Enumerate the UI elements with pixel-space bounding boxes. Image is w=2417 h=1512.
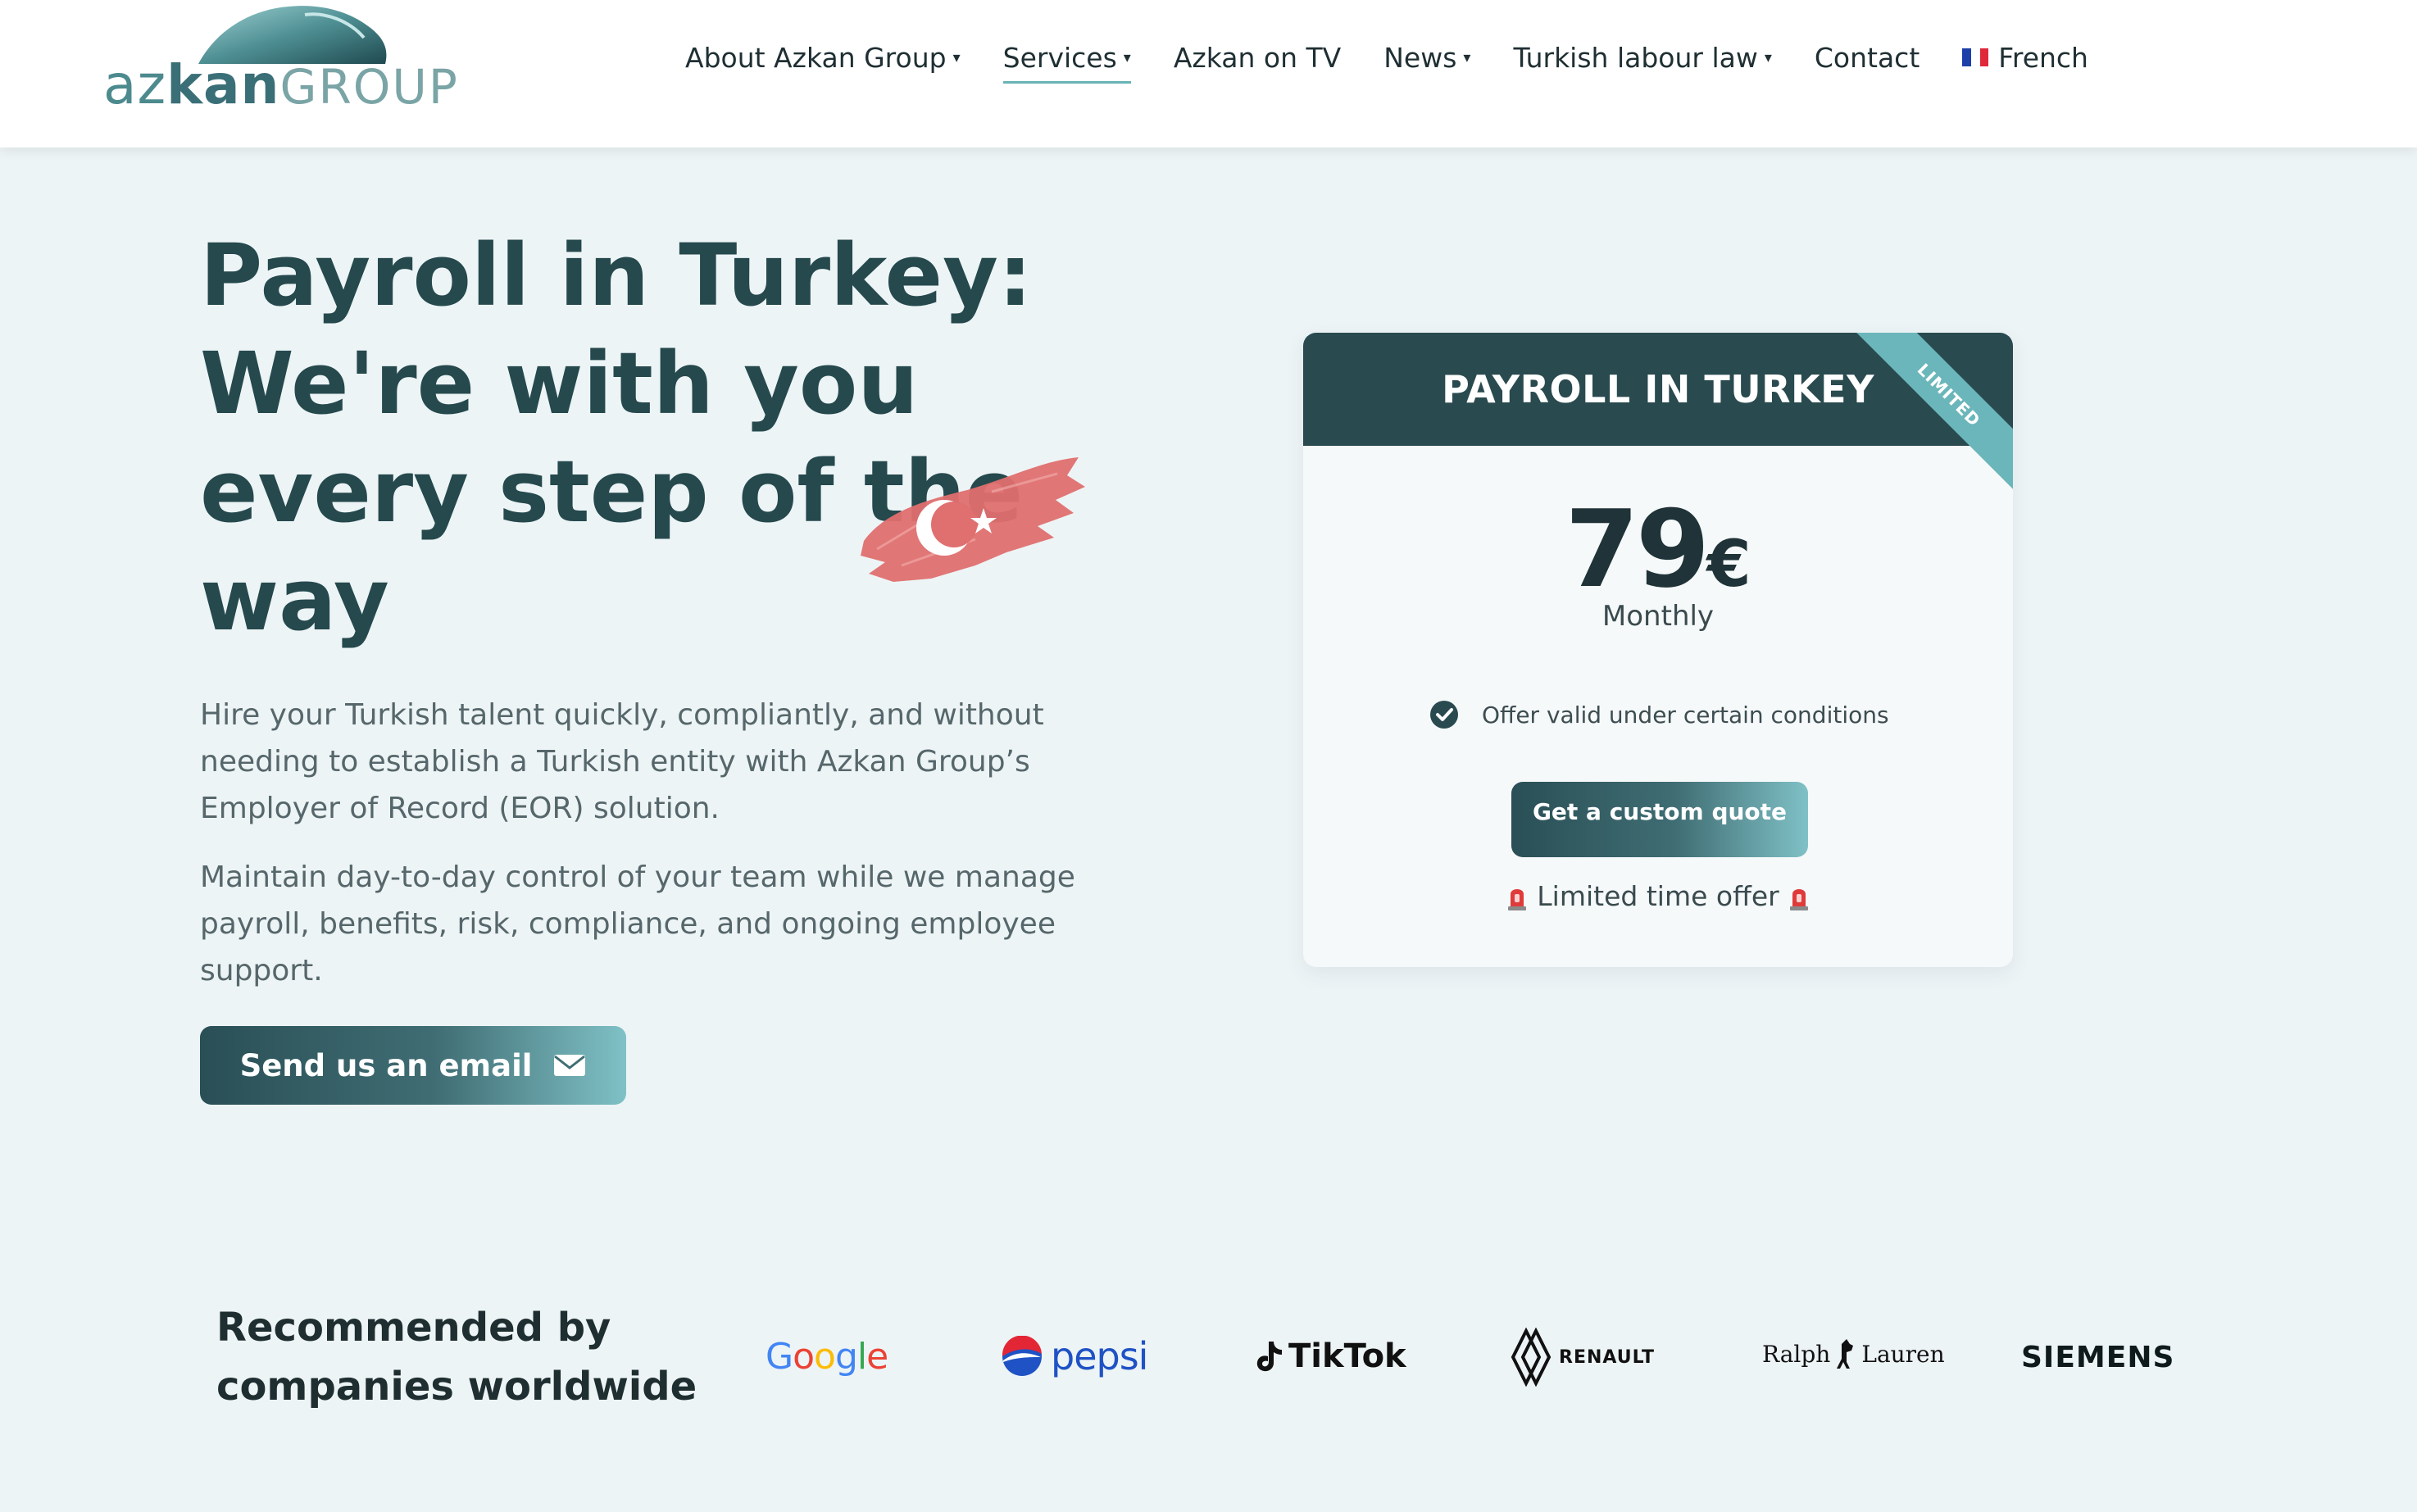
- language-switcher[interactable]: French: [1962, 33, 2088, 82]
- recommended-title: Recommended by companies worldwide: [216, 1305, 697, 1410]
- logo-part-kan: kan: [166, 53, 280, 116]
- price-amount: 79: [1565, 487, 1710, 611]
- nav-services-label: Services: [1002, 41, 1117, 74]
- price: 79€: [1303, 492, 2013, 606]
- siren-icon: [1789, 888, 1808, 910]
- pepsi-globe-icon: [1002, 1336, 1042, 1376]
- site-header: azkanGROUP About Azkan Group ▾ Services …: [0, 0, 2417, 148]
- nav-contact-label: Contact: [1814, 41, 1920, 74]
- siemens-wordmark: SIEMENS: [2021, 1341, 2175, 1374]
- pepsi-logo: pepsi: [1002, 1334, 1148, 1378]
- envelope-icon: [554, 1055, 586, 1076]
- custom-quote-label: Get a custom quote: [1532, 798, 1788, 825]
- tiktok-note-icon: [1256, 1342, 1282, 1372]
- pricing-card-title: PAYROLL IN TURKEY: [1442, 367, 1874, 411]
- limited-time-offer-text: Limited time offer: [1537, 880, 1779, 912]
- nav-about-label: About Azkan Group: [685, 41, 947, 74]
- ralph-wordmark: Ralph: [1762, 1340, 1831, 1368]
- nav-about[interactable]: About Azkan Group ▾: [685, 33, 961, 82]
- siren-icon: [1508, 888, 1527, 910]
- nav-tv[interactable]: Azkan on TV: [1174, 33, 1341, 82]
- pepsi-wordmark: pepsi: [1051, 1334, 1148, 1378]
- caret-down-icon: ▾: [1463, 48, 1471, 66]
- nav-news[interactable]: News ▾: [1383, 33, 1470, 82]
- main-nav: About Azkan Group ▾ Services ▾ Azkan on …: [685, 33, 2088, 84]
- logo-wordmark: azkanGROUP: [103, 52, 459, 120]
- hero-title-line-1: Payroll in Turkey:: [200, 225, 1033, 325]
- price-currency: €: [1706, 528, 1751, 602]
- offer-condition: Offer valid under certain conditions: [1429, 700, 1889, 729]
- pricing-card: PAYROLL IN TURKEY LIMITED 79€ Monthly Of…: [1303, 333, 2013, 967]
- limited-time-offer: Limited time offer: [1303, 880, 2013, 912]
- tiktok-wordmark: TikTok: [1288, 1337, 1406, 1375]
- ralph-lauren-logo: Ralph Lauren: [1762, 1337, 1945, 1370]
- logo-part-group: GROUP: [279, 59, 459, 115]
- price-period: Monthly: [1601, 600, 1715, 633]
- nav-services[interactable]: Services ▾: [1002, 33, 1132, 84]
- caret-down-icon: ▾: [1123, 48, 1131, 66]
- send-email-button[interactable]: Send us an email: [200, 1026, 626, 1105]
- hero-intro-text: Hire your Turkish talent quickly, compli…: [200, 698, 1044, 825]
- nav-tv-label: Azkan on TV: [1173, 41, 1342, 74]
- lauren-wordmark: Lauren: [1861, 1340, 1945, 1368]
- caret-down-icon: ▾: [1764, 48, 1772, 66]
- custom-quote-button[interactable]: Get a custom quote: [1511, 782, 1808, 857]
- renault-diamond-icon: [1511, 1328, 1552, 1387]
- renault-logo: RENAULT: [1510, 1328, 1655, 1387]
- tiktok-logo: TikTok: [1256, 1337, 1406, 1375]
- caret-down-icon: ▾: [952, 48, 961, 66]
- send-email-label: Send us an email: [239, 1047, 533, 1083]
- language-label: French: [1998, 41, 2088, 74]
- nav-news-label: News: [1383, 41, 1457, 74]
- offer-condition-text: Offer valid under certain conditions: [1482, 701, 1889, 729]
- renault-wordmark: RENAULT: [1559, 1346, 1655, 1368]
- azkan-logo[interactable]: azkanGROUP: [103, 0, 457, 123]
- logo-part-az: az: [103, 53, 167, 116]
- check-circle-icon: [1430, 701, 1458, 729]
- polo-pony-icon: [1837, 1339, 1854, 1369]
- nav-contact[interactable]: Contact: [1815, 33, 1920, 82]
- google-logo: Google: [766, 1336, 888, 1378]
- hero-secondary-text: Maintain day-to-day control of your team…: [200, 860, 1075, 988]
- nav-labour-law-label: Turkish labour law: [1513, 41, 1758, 74]
- siemens-logo: SIEMENS: [2021, 1341, 2174, 1374]
- french-flag-icon: [1962, 48, 1989, 66]
- turkish-flag-icon: [861, 457, 1085, 582]
- nav-labour-law[interactable]: Turkish labour law ▾: [1513, 33, 1771, 82]
- hero-title-line-2: We're with you: [200, 334, 919, 434]
